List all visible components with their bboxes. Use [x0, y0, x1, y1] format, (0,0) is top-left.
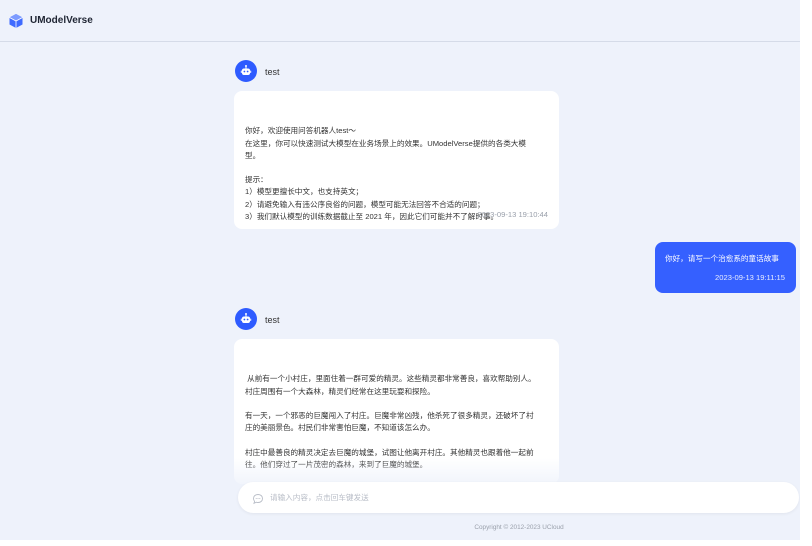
- chat-input[interactable]: [270, 493, 770, 502]
- message-timestamp: 2023-09-13 19:11:15: [715, 273, 785, 282]
- user-message-bubble: 你好，请写一个治愈系的童话故事 2023-09-13 19:11:15: [655, 242, 796, 293]
- window-edge: [800, 0, 812, 546]
- bot-avatar: [235, 308, 257, 330]
- chat-input-bar[interactable]: [238, 482, 799, 513]
- bot-avatar: [235, 60, 257, 82]
- window-edge: [0, 540, 812, 546]
- app-frame: UModelVerse test 你好，欢迎使用问答机器人test～ 在这里，你…: [0, 0, 812, 546]
- message-text: 你好，请写一个治愈系的童话故事: [665, 254, 779, 263]
- copyright-text: Copyright © 2012-2023 UCloud: [474, 524, 564, 531]
- chat-bubble-icon: [252, 492, 264, 504]
- cube-logo-icon: [8, 13, 24, 29]
- bot-name: test: [265, 315, 280, 325]
- bot-name: test: [265, 67, 280, 77]
- message-timestamp: 2023-09-13 19:10:44: [477, 210, 548, 219]
- app-header: UModelVerse: [0, 0, 800, 42]
- footer: Copyright © 2012-2023 UCloud: [0, 524, 812, 531]
- app-title: UModelVerse: [30, 15, 93, 26]
- robot-icon: [240, 313, 252, 323]
- bot-message-bubble: 你好，欢迎使用问答机器人test～ 在这里，你可以快速测试大模型在业务场景上的效…: [234, 91, 559, 229]
- robot-icon: [240, 65, 252, 75]
